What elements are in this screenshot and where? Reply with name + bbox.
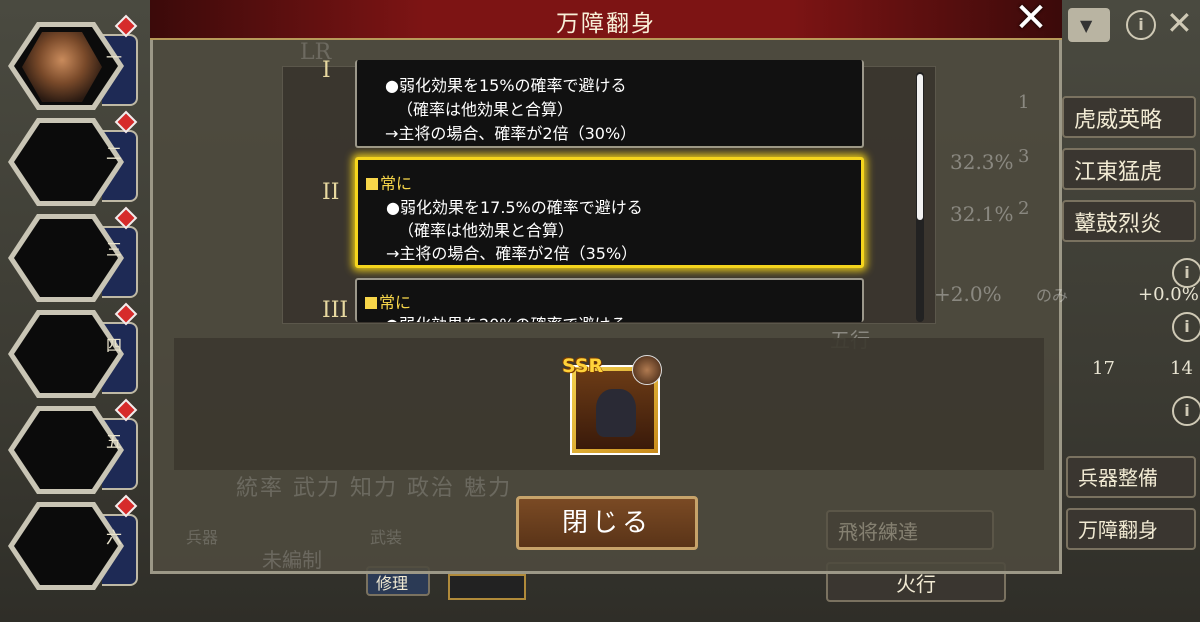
dialog-titlebar: 万障翻身 [150, 0, 1062, 40]
helmet-icon [596, 389, 636, 437]
chevron-down-icon: ▼ [1080, 16, 1093, 35]
equip-label: 武装 [370, 528, 403, 547]
info-icon[interactable]: i [1172, 396, 1200, 426]
ability-button[interactable]: 飛将練達 [826, 510, 994, 550]
info-icon[interactable]: i [1126, 10, 1156, 40]
slot-number: 五 [106, 432, 123, 451]
ability-label: 万障翻身 [1078, 518, 1158, 542]
effect-line: →主将の場合、確率が2倍（35%） [386, 244, 638, 263]
skill-level-card: ●弱化効果を15%の確率で避ける （確率は他効果と合算） →主将の場合、確率が2… [355, 60, 864, 148]
ability-label: 兵器整備 [1078, 466, 1158, 490]
skill-number: 2 [1018, 198, 1030, 219]
slot-number: 二 [106, 144, 123, 163]
slot-2[interactable]: 二 [6, 110, 142, 206]
stat-ghost: 32.3% [950, 150, 1014, 174]
skill-button[interactable]: 虎威英略 [1062, 96, 1196, 138]
effect-line: →主将の場合、確率が2倍（30%） [385, 124, 637, 143]
skill-number: 1 [1018, 92, 1030, 113]
level-numeral: I [322, 58, 331, 83]
level-heading: 常に [366, 170, 412, 194]
skill-level-card: 常に ●弱化効果を20%の確率で避ける [355, 278, 864, 322]
skill-number: 3 [1018, 146, 1030, 167]
close-icon[interactable]: ✕ [1010, 0, 1052, 38]
stat-count: 14 [1170, 358, 1193, 379]
square-bullet-icon [365, 297, 377, 309]
ability-label: 飛将練達 [838, 520, 918, 544]
slot-4[interactable]: 四 [6, 302, 142, 398]
rarity-badge: SSR [562, 355, 604, 377]
stat-count: 17 [1092, 358, 1115, 379]
slot-number: 三 [106, 240, 123, 259]
level-numeral: III [322, 298, 349, 323]
dialog-title: 万障翻身 [556, 11, 656, 37]
equipment-item[interactable]: SSR [562, 355, 662, 457]
level-numeral: II [322, 180, 340, 205]
skill-button[interactable]: 江東猛虎 [1062, 148, 1196, 190]
close-button[interactable]: 閉じる [516, 496, 698, 550]
effect-note: （確率は他効果と合算） [398, 221, 575, 240]
info-icon[interactable]: i [1172, 258, 1200, 288]
level-heading: 常に [365, 289, 411, 313]
slot-6[interactable]: 六 [6, 494, 142, 590]
effect-line: ●弱化効果を20%の確率で避ける [385, 311, 627, 322]
skill-level-card-selected[interactable]: 常に ●弱化効果を17.5%の確率で避ける （確率は他効果と合算） →主将の場合… [355, 157, 864, 268]
stat-ghost: のみ [1036, 286, 1069, 305]
slot-1[interactable]: 一 [6, 14, 142, 110]
close-icon[interactable]: ✕ [1166, 4, 1193, 42]
slot-3[interactable]: 三 [6, 206, 142, 302]
ability-button-active[interactable]: 万障翻身 [1066, 508, 1196, 550]
scrollbar-thumb[interactable] [917, 74, 923, 220]
effect-line: ●弱化効果を15%の確率で避ける [385, 76, 627, 95]
effect-line: ●弱化効果を17.5%の確率で避ける [386, 198, 643, 217]
stat-ghost: 32.1% [950, 202, 1014, 226]
weapon-label: 兵器 [186, 528, 219, 547]
slot-5[interactable]: 五 [6, 398, 142, 494]
info-icon[interactable]: i [1172, 312, 1200, 342]
skill-button[interactable]: 鼙鼓烈炎 [1062, 200, 1196, 242]
repair-label: 修理 [376, 574, 409, 593]
effect-note: （確率は他効果と合算） [397, 100, 574, 119]
dropdown-button[interactable]: ▼ [1068, 8, 1110, 42]
general-mini-portrait [632, 355, 662, 385]
weapon-slot[interactable] [448, 574, 526, 600]
slot-number: 四 [106, 336, 123, 355]
unassigned-label: 未編制 [262, 548, 322, 572]
stats-tabs-ghost: 統率 武力 知力 政治 魅力 [236, 476, 513, 501]
ability-label: 火行 [896, 572, 936, 596]
square-bullet-icon [366, 178, 378, 190]
stat-ghost: +2.0% [934, 282, 1002, 306]
slot-number: 六 [106, 528, 123, 547]
slot-number: 一 [106, 48, 123, 67]
ability-button[interactable]: 兵器整備 [1066, 456, 1196, 498]
